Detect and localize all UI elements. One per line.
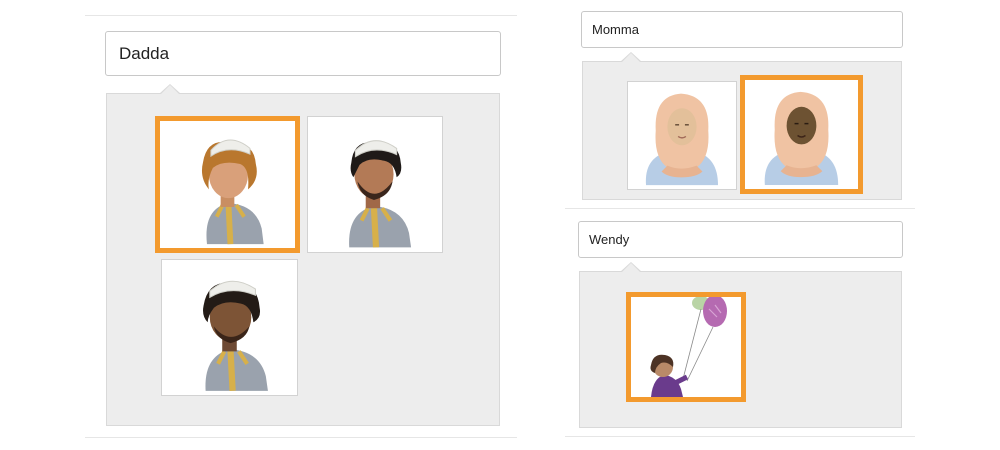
avatar-option-wendy-1[interactable]: [626, 292, 746, 402]
avatar-option-dadda-3[interactable]: [161, 259, 298, 396]
avatar-option-momma-2[interactable]: [740, 75, 863, 194]
divider: [85, 15, 517, 16]
avatar-option-momma-1[interactable]: [627, 81, 737, 190]
man-avatar-dark-icon: [203, 280, 268, 392]
name-field-value: Wendy: [589, 232, 630, 247]
avatar-option-dadda-1[interactable]: [155, 116, 300, 253]
name-field-value: Momma: [592, 22, 639, 37]
divider: [565, 208, 915, 209]
man-avatar-beard-icon: [349, 140, 412, 248]
divider: [565, 436, 915, 437]
avatar-option-dadda-2[interactable]: [307, 116, 443, 253]
man-avatar-light-icon: [201, 139, 264, 245]
woman-hijab-dark-icon: [764, 91, 839, 186]
woman-hijab-light-icon: [645, 93, 718, 186]
girl-with-balloons-icon: [650, 297, 727, 397]
divider: [85, 437, 517, 438]
name-field-value: Dadda: [119, 43, 170, 63]
name-field-wendy[interactable]: Wendy: [578, 221, 903, 258]
name-field-dadda[interactable]: Dadda: [105, 31, 501, 76]
name-field-momma[interactable]: Momma: [581, 11, 903, 48]
